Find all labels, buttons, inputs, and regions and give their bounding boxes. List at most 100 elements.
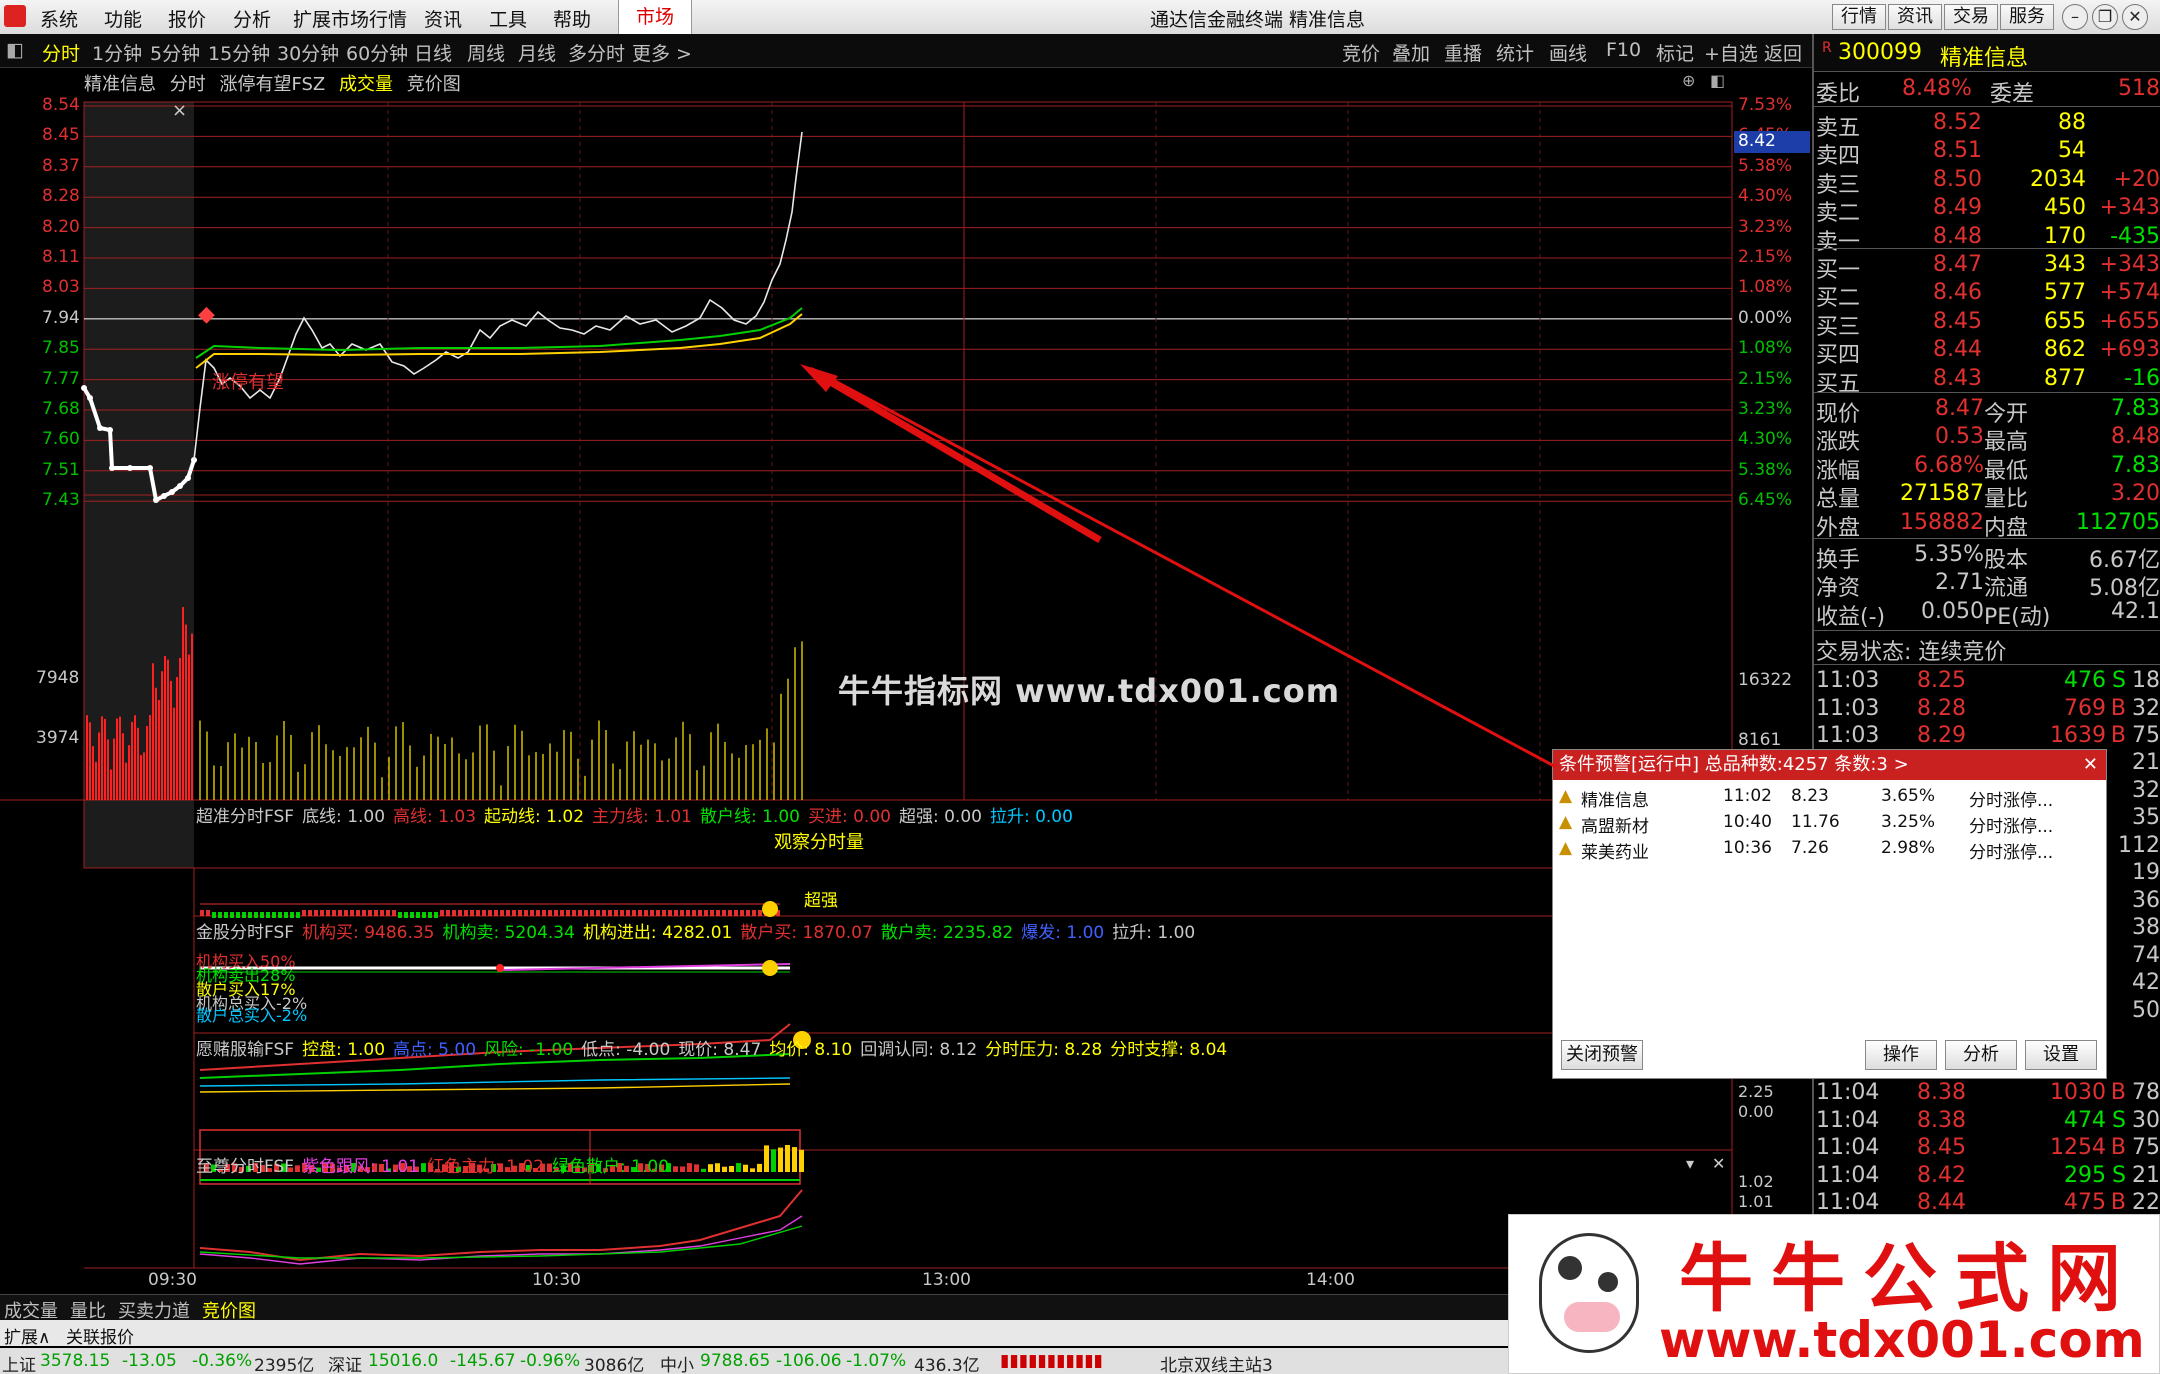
tab-60min[interactable]: 60分钟 (346, 39, 408, 66)
market-button[interactable]: 市场 (618, 0, 692, 34)
menu-news[interactable]: 资讯 (424, 5, 462, 32)
price-tick: 7.85 (42, 338, 80, 359)
brand-name: 牛牛公式网 (1679, 1236, 2139, 1322)
quote-cell: 8.48 (2111, 424, 2160, 450)
tab-multi-intraday[interactable]: 多分时 (568, 39, 625, 66)
menu-tools[interactable]: 工具 (489, 5, 527, 32)
tool-f10[interactable]: F10 (1606, 39, 1641, 61)
tab-monthly[interactable]: 月线 (518, 39, 556, 66)
ind2-label-5: 散户总买入-2% (196, 1006, 308, 1025)
tab-extend[interactable]: 扩展∧ (4, 1323, 50, 1348)
tab-1min[interactable]: 1分钟 (92, 39, 142, 66)
pct-tick: 7.53% (1738, 95, 1793, 115)
quote-cell: 474 (2064, 1107, 2106, 1133)
quote-cell: 35 (2132, 805, 2160, 830)
menu-ext-market[interactable]: 扩展市场行情 (293, 5, 407, 32)
quote-cell: 11:04 (1816, 1135, 1880, 1160)
condition-alert-window[interactable]: 条件预警[运行中] 总品种数:4257 条数:3 > ✕ ▲ 精准信息 11:02 8… (1552, 749, 2107, 1079)
quote-cell: 最低 (1984, 458, 2029, 484)
indicator-value: 机构卖: 5204.34 (442, 923, 575, 943)
tab-more[interactable]: 更多 > (632, 39, 692, 66)
quote-cell: 8.38 (1917, 1107, 1966, 1133)
sz-index-label[interactable]: 深证 (328, 1351, 362, 1374)
sh-index-label[interactable]: 上证 (2, 1351, 36, 1374)
quote-cell: 577 (2044, 280, 2086, 306)
quote-cell: 18 (2132, 668, 2160, 693)
quote-cell: S (2112, 668, 2126, 693)
quote-cell: 1030 (2050, 1080, 2106, 1105)
tool-stats[interactable]: 统计 (1496, 39, 1534, 66)
volume-tick-left: 7948 (36, 668, 80, 688)
tool-back[interactable]: 返回 (1764, 39, 1802, 66)
weicha-label: 委差 (1990, 82, 2035, 107)
alert-analyze-button[interactable]: 分析 (1945, 1040, 2017, 1070)
quote-cell: B (2110, 1135, 2126, 1160)
indicator-value: 散户卖: 2235.82 (880, 923, 1014, 943)
tool-add-fav[interactable]: +自选 (1704, 39, 1758, 66)
ind4-dropdown-icon[interactable]: ▾ (1686, 1154, 1694, 1173)
quote-cell: 88 (2058, 110, 2086, 135)
tool-auction[interactable]: 竞价 (1342, 39, 1380, 66)
menu-help[interactable]: 帮助 (553, 5, 591, 32)
pct-tick: 2.15% (1738, 368, 1793, 389)
tab-30min[interactable]: 30分钟 (277, 39, 339, 66)
quote-cell: 170 (2044, 223, 2086, 249)
indicator-tabs: 成交量 量比 买卖力道 竞价图 (0, 1294, 1510, 1322)
quote-cell: 8.45 (1933, 308, 1982, 334)
quote-cell: S (2112, 1107, 2126, 1133)
quote-cell: 271587 (1900, 481, 1984, 507)
tab-weekly[interactable]: 周线 (467, 39, 505, 66)
brand-url: www.tdx001.com (1659, 1311, 2145, 1369)
tool-mark[interactable]: 标记 (1656, 39, 1694, 66)
service-button[interactable]: 服务 (2000, 4, 2054, 30)
alert-settings-button[interactable]: 设置 (2025, 1040, 2097, 1070)
menu-quote[interactable]: 报价 (168, 5, 206, 32)
tab-daily[interactable]: 日线 (414, 39, 452, 66)
stat-row: 总量 271587 量比 3.20 (1814, 481, 2160, 512)
trade-button[interactable]: 交易 (1944, 4, 1998, 30)
minimize-icon[interactable]: – (2062, 4, 2088, 30)
alert-close-icon[interactable]: ✕ (2083, 754, 2098, 775)
tab-5min[interactable]: 5分钟 (150, 39, 200, 66)
sz-index-amount: 3086亿 (584, 1356, 645, 1374)
diamond-marker-icon: ◆ (198, 302, 215, 327)
quote-cell: +655 (2099, 308, 2160, 334)
sh-index-amount: 2395亿 (254, 1356, 315, 1374)
alert-operate-button[interactable]: 操作 (1865, 1040, 1937, 1070)
tab-related-quote[interactable]: 关联报价 (66, 1323, 134, 1348)
layout-toggle-icon[interactable]: ◧ (6, 39, 24, 61)
alert-row[interactable]: ▲ 精准信息 11:02 8.23 3.65% 分时涨停... (1559, 786, 2099, 812)
menu-analysis[interactable]: 分析 (233, 5, 271, 32)
panel-toggle-icon[interactable]: ◧ (1710, 71, 1725, 90)
ind4-close-icon[interactable]: ✕ (1712, 1154, 1725, 1173)
premarket-close-icon[interactable]: × (172, 100, 187, 121)
tool-draw[interactable]: 画线 (1549, 39, 1587, 66)
alert-row[interactable]: ▲ 莱美药业 10:36 7.26 2.98% 分时涨停... (1559, 838, 2099, 864)
menu-system[interactable]: 系统 (40, 5, 78, 32)
news-button[interactable]: 资讯 (1888, 4, 1942, 30)
quote-cell: 21 (2132, 1162, 2160, 1188)
close-icon[interactable]: ✕ (2122, 4, 2148, 30)
ind3-tick-1: 2.25 (1738, 1082, 1774, 1101)
zx-index-change: -106.06 (776, 1351, 842, 1371)
time-tick-1030: 10:30 (532, 1270, 581, 1290)
alert-row[interactable]: ▲ 高盟新材 10:40 11.76 3.25% 分时涨停... (1559, 812, 2099, 838)
quote-cell: 38 (2132, 915, 2160, 940)
server-status[interactable]: 北京双线主站3 (1160, 1351, 1273, 1374)
quote-panel: R 300099 精准信息 委比 8.48% 委差 518 卖五 8.52 88 卖四… (1812, 34, 2160, 1334)
close-alert-button[interactable]: 关闭预警 (1561, 1040, 1643, 1070)
pct-tick: 4.30% (1738, 186, 1793, 207)
tab-intraday[interactable]: 分时 (42, 39, 80, 66)
quote-button[interactable]: 行情 (1832, 4, 1886, 30)
tool-replay[interactable]: 重播 (1444, 39, 1482, 66)
restore-icon[interactable]: ❐ (2092, 4, 2118, 30)
expand-icon[interactable]: ⊕ (1682, 71, 1695, 90)
price-tick: 7.77 (42, 368, 80, 389)
quote-cell: 买三 (1816, 314, 1861, 340)
tick-row: 11:04 8.45 1254 B 75 (1814, 1135, 2160, 1163)
tool-overlay[interactable]: 叠加 (1392, 39, 1430, 66)
tab-15min[interactable]: 15分钟 (208, 39, 270, 66)
menu-function[interactable]: 功能 (104, 5, 142, 32)
zx-index-label[interactable]: 中小 (660, 1351, 694, 1374)
indicator-value: 高线: 1.03 (393, 807, 477, 827)
